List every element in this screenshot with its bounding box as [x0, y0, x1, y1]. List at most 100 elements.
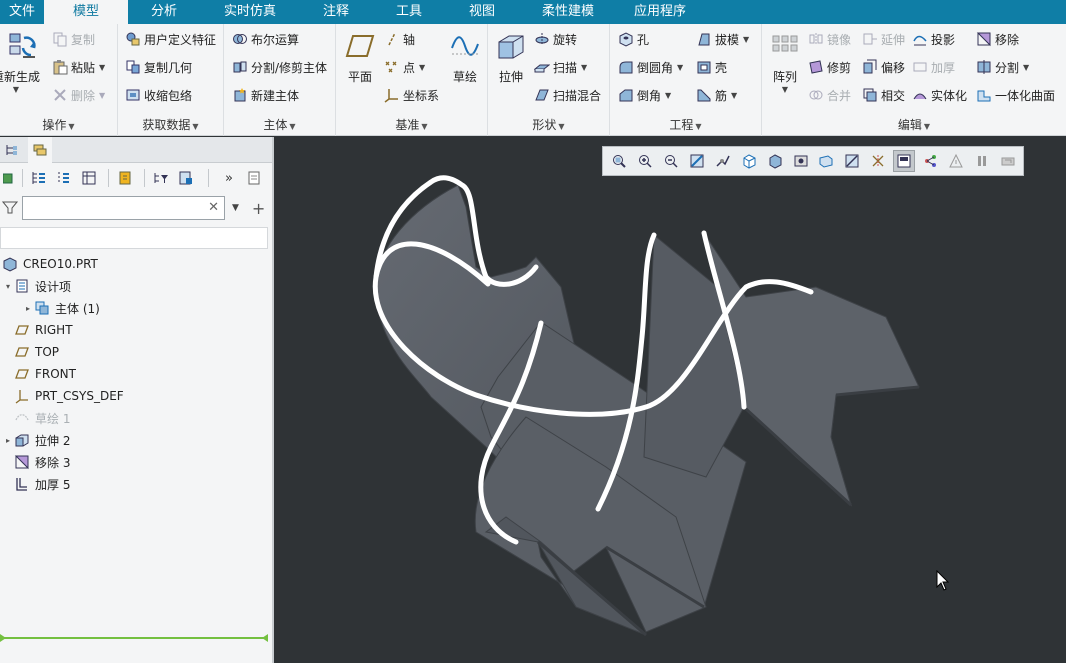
tree-filter-icon[interactable] [150, 167, 172, 189]
pause-icon[interactable] [971, 150, 993, 172]
tab-tools[interactable]: 工具 [372, 0, 446, 24]
tab-view[interactable]: 视图 [446, 0, 518, 24]
shell-button[interactable]: 壳 [696, 56, 727, 78]
remove-button[interactable]: 移除 [976, 28, 1019, 50]
delete-button[interactable]: 删除 ▼ [52, 84, 105, 106]
group-label-operations[interactable]: 操作 ▼ [0, 116, 117, 133]
tree-node[interactable]: FRONT [0, 363, 272, 385]
tree-node[interactable]: ▾ 设计项 [0, 275, 272, 297]
tree-node[interactable]: PRT_CSYS_DEF [0, 385, 272, 407]
graphics-window[interactable] [276, 137, 1066, 663]
tab-annotate[interactable]: 注释 [300, 0, 372, 24]
delete-dropdown-icon[interactable]: ▼ [99, 91, 105, 100]
expand-all-icon[interactable] [28, 167, 50, 189]
display-style-icon[interactable] [764, 150, 786, 172]
split-button[interactable]: 分割 ▼ [976, 56, 1029, 78]
rib-button[interactable]: 筋 ▼ [696, 84, 737, 106]
tree-node[interactable]: TOP [0, 341, 272, 363]
tree-node[interactable]: CREO10.PRT [0, 253, 272, 275]
saved-orientations-icon[interactable] [738, 150, 760, 172]
tab-model-tree[interactable] [0, 137, 24, 163]
zoom-in-icon[interactable] [634, 150, 656, 172]
tab-live-simulation[interactable]: 实时仿真 [200, 0, 300, 24]
group-label-get-data[interactable]: 获取数据 ▼ [118, 116, 223, 133]
group-label-body[interactable]: 主体 ▼ [224, 116, 335, 133]
expand-arrow-icon[interactable]: ▸ [2, 436, 14, 445]
copy-geometry-button[interactable]: 复制几何 [125, 56, 192, 78]
swept-blend-button[interactable]: 扫描混合 [534, 84, 601, 106]
tab-model[interactable]: 模型 [44, 0, 128, 24]
sweep-dropdown-icon[interactable]: ▼ [581, 63, 587, 72]
tab-analysis[interactable]: 分析 [128, 0, 200, 24]
more-icon[interactable]: » [218, 167, 240, 189]
tab-file[interactable]: 文件 [0, 0, 44, 24]
datum-plane-button[interactable]: 平面 [341, 30, 379, 85]
sweep-button[interactable]: 扫描 ▼ [534, 56, 587, 78]
end-animation-icon[interactable] [997, 150, 1019, 172]
rib-dropdown-icon[interactable]: ▼ [731, 91, 737, 100]
render-icon[interactable] [945, 150, 967, 172]
funnel-icon[interactable] [1, 199, 19, 218]
datum-display-icon[interactable] [867, 150, 889, 172]
sketch-button[interactable]: 草绘 [446, 30, 484, 85]
collapse-all-icon[interactable] [53, 167, 75, 189]
tree-node[interactable]: RIGHT [0, 319, 272, 341]
annotation-display-icon[interactable] [893, 150, 916, 172]
tab-layer-tree[interactable] [28, 136, 52, 163]
expand-arrow-icon[interactable]: ▸ [22, 304, 34, 313]
thicken-button[interactable]: 加厚 [912, 56, 955, 78]
udf-button[interactable]: 用户定义特征 [125, 28, 216, 50]
tree-search-input[interactable] [23, 197, 203, 219]
datum-point-button[interactable]: 点 ▼ [384, 56, 425, 78]
perspective-icon[interactable] [816, 150, 838, 172]
tree-node[interactable]: 草绘 1 [0, 407, 272, 429]
datum-axis-button[interactable]: 轴 [384, 28, 415, 50]
chamfer-dropdown-icon[interactable]: ▼ [665, 91, 671, 100]
paste-button[interactable]: 粘贴 ▼ [52, 56, 105, 78]
draft-dropdown-icon[interactable]: ▼ [743, 35, 749, 44]
boolean-button[interactable]: 布尔运算 [232, 28, 299, 50]
solidify-button[interactable]: 实体化 [912, 84, 967, 106]
shrinkwrap-button[interactable]: 收缩包络 [125, 84, 192, 106]
pattern-button[interactable]: 阵列 ▼ [764, 30, 806, 94]
repaint-icon[interactable] [686, 150, 708, 172]
mirror-button[interactable]: 镜像 [808, 28, 851, 50]
csys-button[interactable]: 坐标系 [384, 84, 439, 106]
project-button[interactable]: 投影 [912, 28, 955, 50]
chamfer-button[interactable]: 倒角 ▼ [618, 84, 671, 106]
tree-node[interactable]: 加厚 5 [0, 473, 272, 495]
spin-center-icon[interactable] [919, 150, 941, 172]
add-filter-icon[interactable]: + [252, 199, 265, 218]
view-manager-icon[interactable] [790, 150, 812, 172]
split-trim-body-button[interactable]: 分割/修剪主体 [232, 56, 327, 78]
extrude-button[interactable]: 拉伸 [492, 30, 530, 85]
group-label-shapes[interactable]: 形状 ▼ [488, 116, 609, 133]
tab-applications[interactable]: 应用程序 [618, 0, 702, 24]
part-small-icon[interactable] [2, 167, 14, 189]
offset-button[interactable]: 偏移 [862, 56, 905, 78]
regenerate-dropdown-icon[interactable]: ▼ [13, 85, 19, 94]
notes-icon[interactable] [243, 167, 265, 189]
round-button[interactable]: 倒圆角 ▼ [618, 56, 683, 78]
extend-button[interactable]: 延伸 [862, 28, 905, 50]
section-icon[interactable] [841, 150, 863, 172]
regenerate-button[interactable]: 重新生成 ▼ [0, 30, 46, 94]
orient-icon[interactable] [712, 150, 734, 172]
revolve-button[interactable]: 旋转 [534, 28, 577, 50]
zoom-out-icon[interactable] [660, 150, 682, 172]
refit-icon[interactable] [608, 150, 630, 172]
group-label-datum[interactable]: 基准 ▼ [336, 116, 487, 133]
tree-settings-icon[interactable] [175, 167, 197, 189]
intersect-button[interactable]: 相交 [862, 84, 905, 106]
unify-surface-button[interactable]: 一体化曲面 [976, 84, 1055, 106]
tab-flexible-modeling[interactable]: 柔性建模 [518, 0, 618, 24]
trim-button[interactable]: 修剪 [808, 56, 851, 78]
merge-button[interactable]: 合并 [808, 84, 851, 106]
tree-node[interactable]: ▸ 主体 (1) [0, 297, 272, 319]
collapse-arrow-icon[interactable]: ▾ [2, 282, 14, 291]
draft-button[interactable]: 拔模 ▼ [696, 28, 749, 50]
point-dropdown-icon[interactable]: ▼ [419, 63, 425, 72]
show-icon[interactable] [114, 167, 136, 189]
tree-node[interactable]: ▸ 拉伸 2 [0, 429, 272, 451]
search-dropdown-icon[interactable]: ▼ [232, 203, 239, 213]
